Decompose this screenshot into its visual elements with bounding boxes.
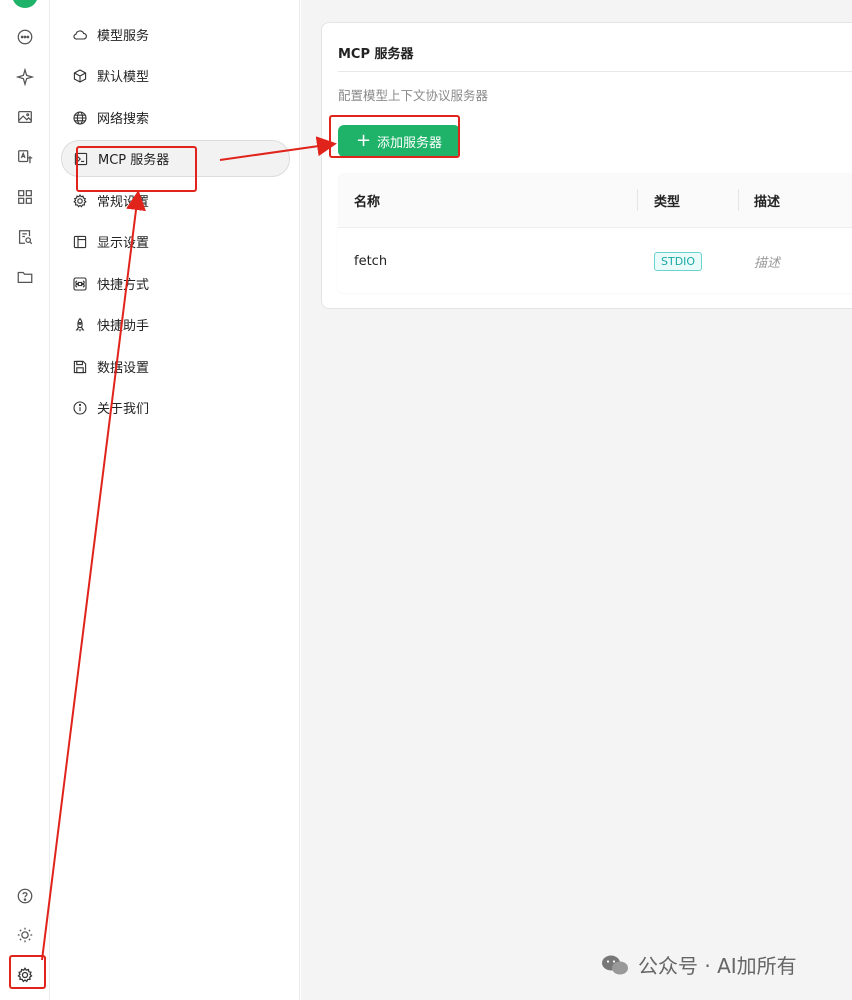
globe-icon (71, 109, 89, 127)
column-header-type[interactable]: 类型 (654, 173, 680, 228)
menu-item-label: 快捷方式 (97, 278, 150, 293)
command-icon (71, 275, 89, 293)
servers-table: 名称 类型 描述 fetch STDIO 描述 (338, 173, 852, 293)
layout-icon (71, 233, 89, 251)
page-title: MCP 服务器 (338, 47, 414, 62)
divider (338, 71, 852, 72)
menu-item-label: 快捷助手 (97, 319, 150, 334)
menu-item-shortcuts[interactable]: 快捷方式 (61, 265, 290, 302)
type-cell: STDIO (654, 229, 703, 293)
avatar[interactable] (12, 0, 38, 8)
apps-icon[interactable] (12, 184, 38, 210)
menu-item-model-service[interactable]: 模型服务 (61, 16, 290, 53)
cube-icon (71, 67, 89, 85)
gear-icon (71, 192, 89, 210)
theme-icon[interactable] (12, 922, 38, 948)
page-description: 配置模型上下文协议服务器 (338, 88, 489, 103)
column-separator (637, 189, 638, 211)
wechat-icon (602, 955, 628, 974)
image-icon[interactable] (12, 104, 38, 130)
type-badge: STDIO (654, 251, 703, 271)
menu-item-about-us[interactable]: 关于我们 (61, 389, 290, 426)
watermark-text: 公众号 · AI加所有 (638, 954, 797, 978)
menu-item-quick-assistant[interactable]: 快捷助手 (61, 306, 290, 343)
menu-item-label: 默认模型 (97, 70, 150, 85)
mcp-servers-card: MCP 服务器 配置模型上下文协议服务器 + 添加服务器 名称 类型 描述 fe… (321, 22, 852, 309)
menu-item-data-settings[interactable]: 数据设置 (61, 348, 290, 385)
icon-rail (0, 0, 50, 1000)
document-search-icon[interactable] (12, 224, 38, 250)
description-cell: 描述 (754, 229, 780, 293)
sparkle-icon[interactable] (12, 64, 38, 90)
menu-item-label: 关于我们 (97, 402, 150, 417)
watermark: 公众号 · AI加所有 (600, 950, 797, 979)
menu-item-label: 模型服务 (97, 29, 150, 44)
menu-item-display-settings[interactable]: 显示设置 (61, 223, 290, 260)
server-description: 描述 (754, 255, 781, 271)
chat-icon[interactable] (12, 24, 38, 50)
rocket-icon (71, 316, 89, 334)
menu-item-label: 常规设置 (97, 195, 150, 210)
column-header-name[interactable]: 名称 (354, 173, 380, 228)
annotation-box-menu (76, 146, 197, 192)
table-header: 名称 类型 描述 (338, 173, 852, 228)
table-row[interactable]: fetch STDIO 描述 (338, 229, 852, 293)
info-icon (71, 399, 89, 417)
column-header-description[interactable]: 描述 (754, 173, 780, 228)
menu-item-web-search[interactable]: 网络搜索 (61, 99, 290, 136)
translate-icon[interactable] (12, 144, 38, 170)
cloud-icon (71, 26, 89, 44)
column-separator (738, 189, 739, 211)
menu-item-label: 网络搜索 (97, 112, 150, 127)
annotation-box-settings (9, 955, 46, 989)
help-icon[interactable] (12, 883, 38, 909)
menu-item-label: 数据设置 (97, 361, 150, 376)
annotation-box-add-button (329, 115, 460, 158)
menu-item-label: 显示设置 (97, 236, 150, 251)
server-name: fetch (354, 253, 388, 269)
save-icon (71, 358, 89, 376)
menu-item-default-model[interactable]: 默认模型 (61, 57, 290, 94)
folder-icon[interactable] (12, 264, 38, 290)
